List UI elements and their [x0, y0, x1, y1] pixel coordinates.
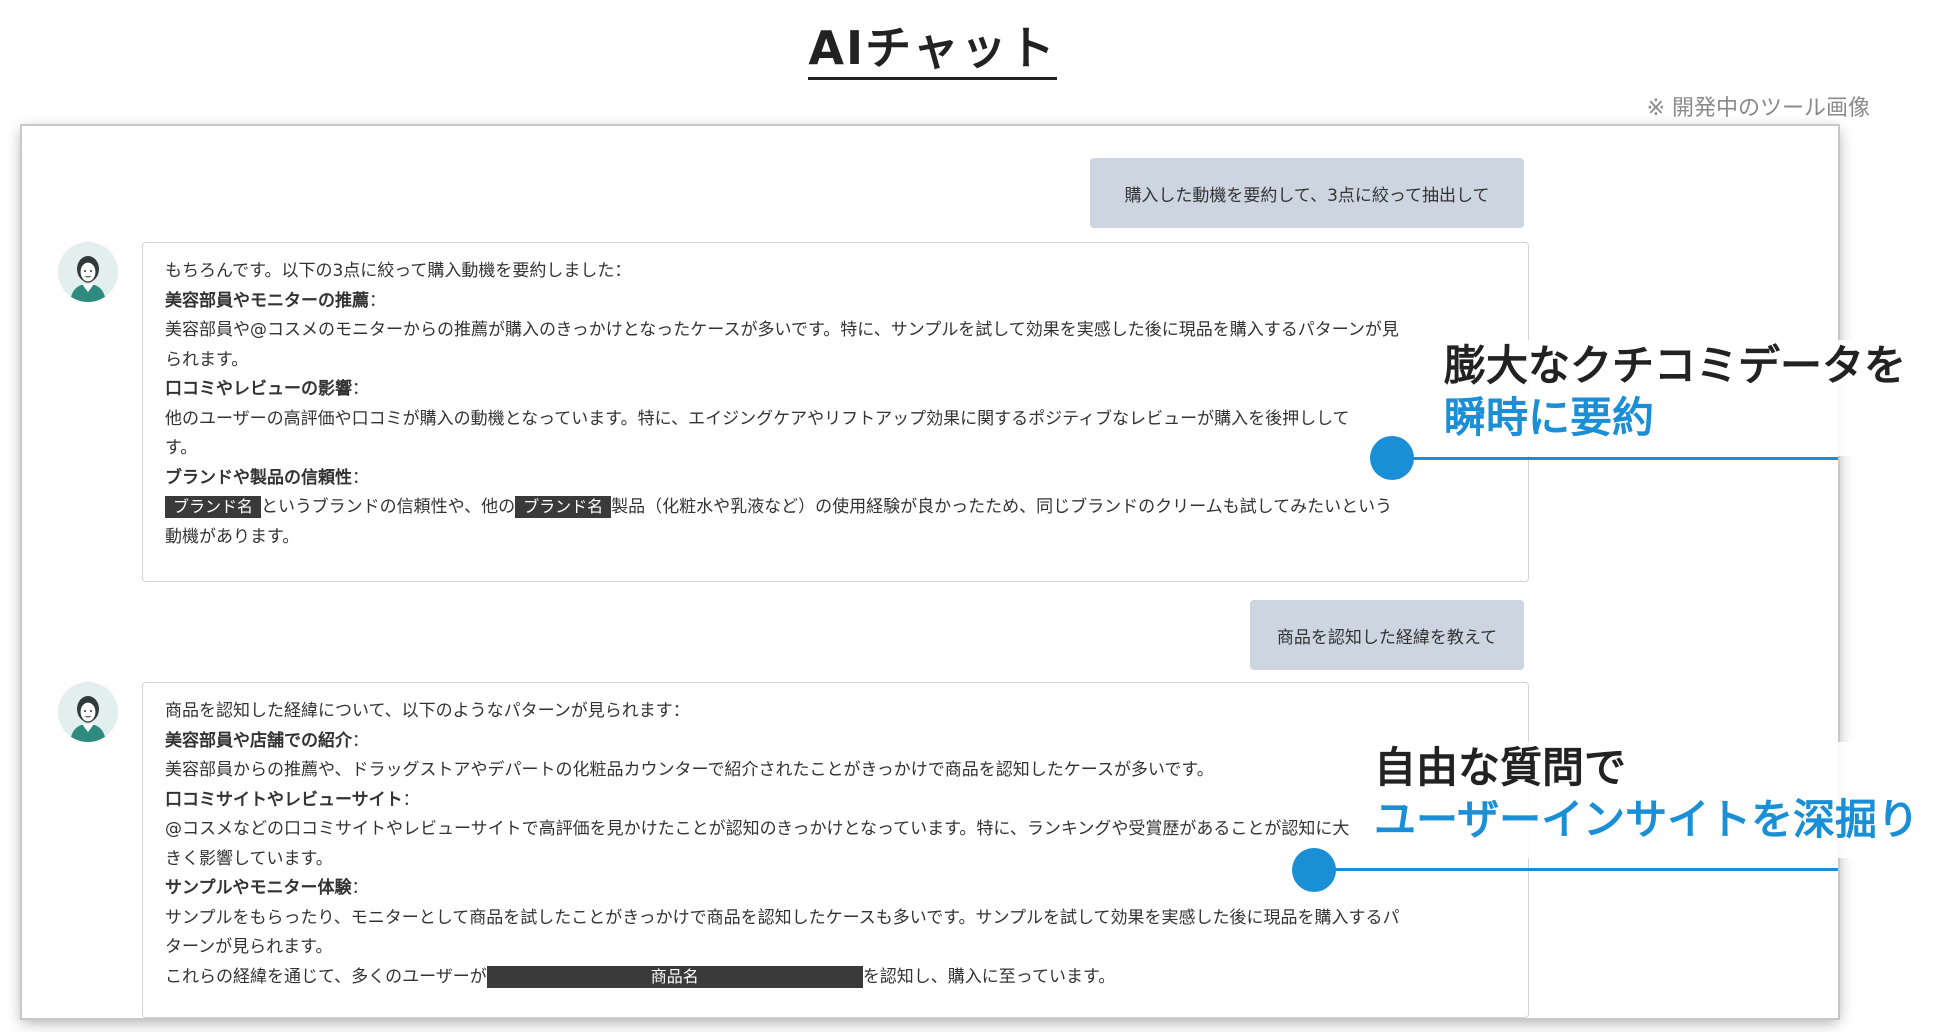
page-title: AIチャット — [0, 12, 1865, 80]
redacted-brand-name: ブランド名 — [165, 496, 262, 518]
point-text: 美容部員からの推薦や、ドラッグストアやデパートの化粧品カウンターで紹介されたこと… — [165, 760, 1214, 780]
point-text: @コスメなどの口コミサイトやレビューサイトで高評価を見かけたことが認知のきっかけ… — [165, 819, 1350, 839]
ai-message-intro: もちろんです。以下の3点に絞って購入動機を要約しました： — [165, 261, 632, 281]
point-heading: 美容部員やモニターの推薦 — [165, 290, 369, 311]
chat-window: 購入した動機を要約して、3点に絞って抽出して もちろんです。以下の3点に絞って購… — [22, 126, 1838, 1018]
heading-colon: ： — [352, 730, 369, 751]
callout-title: 膨大なクチコミデータを — [1444, 341, 1907, 390]
heading-colon: ： — [352, 379, 369, 399]
development-note: ※ 開発中のツール画像 — [1646, 96, 1870, 121]
callout-insight: 自由な質問で ユーザーインサイトを深掘り — [1364, 742, 1944, 858]
point-text: 美容部員や@コスメのモニターからの推薦が購入のきっかけとなったケースが多いです。… — [165, 320, 1399, 340]
callout-line — [1392, 457, 1838, 460]
point-text: ターンが見られます。 — [165, 937, 333, 957]
user-message-bubble: 商品を認知した経緯を教えて — [1250, 600, 1524, 670]
callout-line — [1314, 868, 1838, 871]
callout-highlight: 瞬時に要約 — [1444, 393, 1655, 442]
user-message-text: 商品を認知した経緯を教えて — [1276, 627, 1498, 648]
user-message-bubble: 購入した動機を要約して、3点に絞って抽出して — [1090, 158, 1524, 228]
ai-message-intro: 商品を認知した経緯について、以下のようなパターンが見られます： — [165, 701, 690, 721]
point-heading: サンプルやモニター体験 — [165, 878, 352, 898]
point-heading-row: 口コミやレビューの影響： — [165, 375, 1508, 405]
point-text: というブランドの信頼性や、他の — [261, 497, 516, 517]
redacted-product-name: 商品名 — [486, 965, 863, 988]
callout-summary: 膨大なクチコミデータを 瞬時に要約 — [1434, 340, 1907, 456]
point-text: 製品（化粧水や乳液など）の使用経験が良かったため、同じブランドのクリームも試して… — [611, 497, 1393, 517]
point-text-row: ブランド名 というブランドの信頼性や、他の ブランド名 製品（化粧水や乳液など）の使用… — [165, 493, 1508, 523]
point-text: サンプルをもらったり、モニターとして商品を試したことがきっかけで商品を認知したケ… — [165, 907, 1400, 928]
point-heading-row: 美容部員や店舗での紹介： — [165, 727, 1508, 757]
summary-text: これらの経緯を通じて、多くのユーザーが — [165, 966, 487, 987]
point-heading: ブランドや製品の信頼性 — [165, 467, 352, 488]
ai-avatar — [58, 682, 118, 742]
heading-colon: ： — [351, 878, 369, 898]
point-heading: 美容部員や店舗での紹介 — [165, 730, 352, 751]
point-heading: 口コミサイトやレビューサイト — [165, 789, 403, 810]
heading-colon: ： — [369, 290, 386, 311]
redacted-brand-name: ブランド名 — [515, 496, 612, 518]
heading-colon: ： — [352, 467, 369, 488]
point-text: 他のユーザーの高評価や口コミが購入の動機となっています。特に、エイジングケアやリ… — [165, 408, 1350, 429]
point-heading: 口コミやレビューの影響 — [165, 379, 352, 399]
ai-avatar — [58, 242, 118, 302]
point-text: す。 — [165, 438, 198, 458]
page-title-text: AIチャット — [808, 21, 1057, 80]
user-message-text: 購入した動機を要約して、3点に絞って抽出して — [1124, 185, 1490, 206]
heading-colon: ： — [402, 789, 420, 810]
assistant-face-icon — [58, 682, 118, 742]
callout-title: 自由な質問で — [1374, 743, 1627, 792]
summary-text: を認知し、購入に至っています。 — [862, 966, 1116, 987]
assistant-face-icon — [58, 242, 118, 302]
point-text: られます。 — [165, 349, 249, 370]
ai-message-box: もちろんです。以下の3点に絞って購入動機を要約しました： 美容部員やモニターの推… — [142, 242, 1529, 582]
callout-highlight: ユーザーインサイトを深掘り — [1374, 795, 1920, 844]
summary-row: これらの経緯を通じて、多くのユーザーが 商品名 を認知し、購入に至っています。 — [165, 963, 1508, 993]
point-heading-row: 口コミサイトやレビューサイト： — [165, 786, 1508, 816]
point-heading-row: 美容部員やモニターの推薦： — [165, 287, 1508, 317]
point-text: 動機があります。 — [165, 526, 300, 547]
point-heading-row: ブランドや製品の信頼性： — [165, 464, 1508, 494]
